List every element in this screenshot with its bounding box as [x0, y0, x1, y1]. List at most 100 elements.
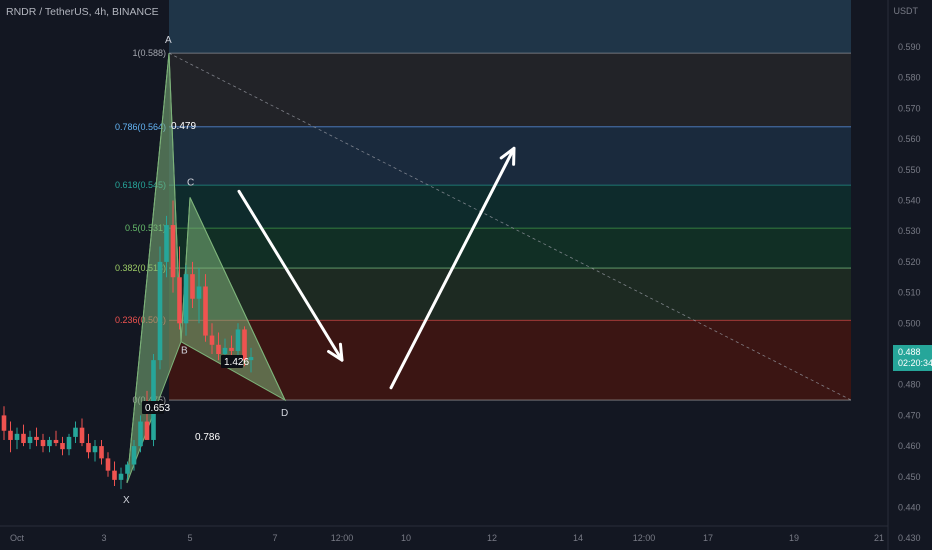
- point-c-label: C: [187, 177, 194, 188]
- candle-body: [21, 433, 26, 444]
- bar-countdown: 02:20:34: [898, 358, 932, 368]
- time-tick: 12:00: [633, 533, 656, 543]
- candle: [112, 461, 117, 487]
- candle: [99, 439, 104, 465]
- price-tick: 0.590: [898, 42, 921, 52]
- candle: [73, 421, 78, 444]
- candle-body: [66, 436, 72, 450]
- chart-canvas[interactable]: 1(0.588)0.786(0.564)0.618(0.545)0.5(0.53…: [0, 0, 932, 550]
- current-price-value: 0.488: [898, 347, 921, 357]
- candle: [118, 467, 124, 490]
- candle-body: [1, 415, 7, 431]
- time-tick: 5: [187, 533, 192, 543]
- candle-body: [112, 470, 117, 480]
- candle-body: [40, 439, 46, 447]
- candle-body: [105, 458, 111, 471]
- candle: [1, 406, 7, 440]
- candle: [157, 246, 163, 370]
- candle-body: [222, 347, 228, 354]
- candle: [53, 430, 59, 447]
- price-tick: 0.430: [898, 533, 921, 543]
- candle: [92, 439, 98, 462]
- fib-band: [169, 53, 851, 127]
- candle-body: [157, 261, 163, 361]
- candle: [27, 430, 33, 450]
- time-tick: 17: [703, 533, 713, 543]
- price-tick: 0.450: [898, 472, 921, 482]
- fib-label: 0.786(0.564): [115, 122, 166, 132]
- candle-body: [164, 225, 169, 262]
- price-tick: 0.520: [898, 257, 921, 267]
- time-tick: 14: [573, 533, 583, 543]
- candle-body: [144, 421, 150, 440]
- candle-body: [196, 286, 202, 299]
- candle-body: [170, 225, 176, 278]
- candle-body: [203, 286, 208, 336]
- candle: [8, 421, 13, 453]
- candle-body: [190, 274, 195, 299]
- price-tick: 0.540: [898, 196, 921, 206]
- time-axis[interactable]: Oct 3 5 7 12:00 10 12 14 12:00 17 19 21: [0, 525, 888, 543]
- candle: [66, 433, 72, 456]
- candle-body: [86, 443, 91, 453]
- candle-body: [229, 347, 234, 351]
- fibonacci-retracement[interactable]: [169, 0, 851, 401]
- candle-body: [125, 464, 130, 474]
- candle-body: [8, 430, 13, 440]
- candle: [34, 427, 39, 447]
- time-tick: 19: [789, 533, 799, 543]
- price-tick: 0.530: [898, 226, 921, 236]
- point-d-label: D: [281, 408, 288, 419]
- price-tick: 0.500: [898, 318, 921, 328]
- point-a-label: A: [165, 35, 172, 46]
- price-tick: 0.570: [898, 103, 921, 113]
- candle-body: [53, 439, 59, 444]
- candle: [151, 354, 156, 447]
- candle-body: [151, 360, 156, 440]
- current-price-tag: 0.488 02:20:34: [893, 345, 932, 371]
- candle: [86, 433, 91, 459]
- candle-body: [14, 433, 20, 440]
- price-tick: 0.470: [898, 410, 921, 420]
- symbol-label: RNDR / TetherUS, 4h, BINANCE: [6, 6, 159, 18]
- fib-band: [169, 228, 851, 269]
- candle-body: [209, 335, 215, 345]
- ratio-bcd: 1.426: [224, 357, 249, 368]
- price-tick: 0.440: [898, 503, 921, 513]
- candle: [14, 427, 20, 450]
- price-tick: 0.460: [898, 441, 921, 451]
- candle-body: [118, 473, 124, 480]
- candle-body: [248, 357, 254, 361]
- price-tick: 0.580: [898, 73, 921, 83]
- candle-body: [73, 427, 78, 437]
- symbol-header[interactable]: RNDR / TetherUS, 4h, BINANCE: [6, 6, 159, 18]
- fib-band: [169, 185, 851, 229]
- candle-body: [99, 446, 104, 459]
- candle: [79, 418, 85, 447]
- price-tick: 0.480: [898, 380, 921, 390]
- time-tick: 12: [487, 533, 497, 543]
- time-tick: Oct: [10, 533, 25, 543]
- candle: [105, 452, 111, 477]
- candle: [40, 433, 46, 453]
- fib-band: [169, 268, 851, 321]
- time-tick: 12:00: [331, 533, 354, 543]
- time-tick: 3: [101, 533, 106, 543]
- candle-body: [235, 329, 241, 351]
- candle-body: [183, 274, 189, 324]
- candle-body: [60, 443, 65, 450]
- price-tick: 0.560: [898, 134, 921, 144]
- ratio-xab: 0.479: [171, 121, 196, 132]
- time-tick: 21: [874, 533, 884, 543]
- price-axis[interactable]: 0.590 0.580 0.570 0.560 0.550 0.540 0.530 0.520…: [887, 0, 921, 550]
- candle: [47, 436, 52, 453]
- time-tick: 7: [272, 533, 277, 543]
- price-tick: 0.510: [898, 288, 921, 298]
- candle-body: [27, 436, 33, 444]
- candle-body: [177, 277, 182, 324]
- time-tick: 10: [401, 533, 411, 543]
- candle-body: [47, 439, 52, 447]
- candle-body: [138, 421, 143, 447]
- candle-body: [34, 436, 39, 440]
- ratio-xad: 0.786: [195, 432, 220, 443]
